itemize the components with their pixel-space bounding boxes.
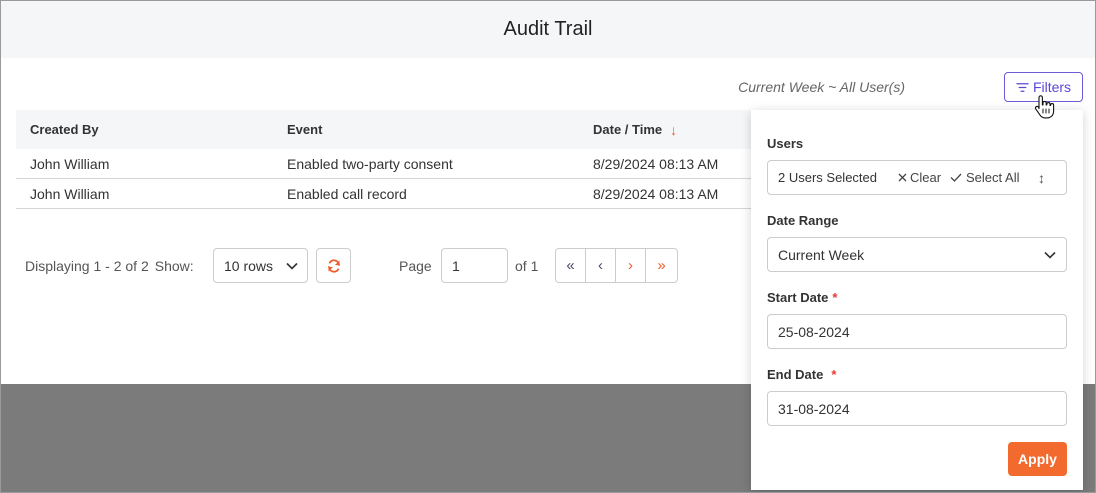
first-page-icon: « — [566, 257, 575, 274]
end-date-label-text: End Date — [767, 367, 824, 382]
column-header-datetime-label: Date / Time — [593, 122, 663, 137]
users-multiselect[interactable]: 2 Users Selected Clear Select All ↕ — [767, 160, 1067, 195]
required-mark: * — [831, 367, 837, 382]
page-label: Page — [399, 258, 432, 274]
end-date-label: End Date * — [767, 367, 836, 382]
cell-created-by: John William — [30, 155, 110, 172]
date-range-label: Date Range — [767, 213, 839, 228]
start-date-input[interactable]: 25-08-2024 — [767, 314, 1067, 349]
end-date-input[interactable]: 31-08-2024 — [767, 391, 1067, 426]
table-row: John William Enabled two-party consent 8… — [16, 149, 756, 179]
filter-summary: Current Week ~ All User(s) — [738, 79, 905, 95]
start-date-value: 25-08-2024 — [778, 323, 850, 340]
updown-icon: ↕ — [1038, 169, 1045, 186]
start-date-label: Start Date * — [767, 290, 837, 305]
date-range-select[interactable]: Current Week — [767, 237, 1067, 272]
users-selected-text: 2 Users Selected — [778, 170, 877, 185]
apply-button[interactable]: Apply — [1008, 442, 1067, 476]
start-date-label-text: Start Date — [767, 290, 829, 305]
filter-panel: Users 2 Users Selected Clear Select All … — [751, 110, 1083, 490]
refresh-icon — [327, 258, 340, 273]
clear-users-button[interactable]: Clear — [898, 170, 950, 185]
column-header-datetime[interactable]: Date / Time ↓ — [579, 122, 756, 138]
column-header-created-by[interactable]: Created By — [16, 122, 273, 137]
filters-button[interactable]: Filters — [1004, 72, 1083, 102]
show-label: Show: — [154, 257, 194, 274]
prev-page-icon: ‹ — [598, 257, 603, 274]
page-navigation: « ‹ › » — [555, 248, 678, 283]
audit-table: Created By Event Date / Time ↓ John Will… — [16, 110, 756, 209]
required-mark: * — [832, 290, 838, 305]
next-page-icon: › — [628, 257, 633, 274]
sort-down-icon: ↓ — [670, 121, 678, 138]
date-range-value: Current Week — [778, 246, 865, 263]
select-all-label: Select All — [966, 170, 1020, 185]
chevron-down-icon — [286, 262, 298, 270]
filter-icon — [1016, 82, 1029, 92]
displaying-text: Displaying 1 - 2 of 2 — [25, 257, 149, 274]
page-title: Audit Trail — [503, 18, 593, 40]
table-header: Created By Event Date / Time ↓ — [16, 110, 756, 149]
rows-per-page-value: 10 rows — [224, 257, 274, 274]
clear-label: Clear — [910, 170, 942, 185]
filters-button-label: Filters — [1032, 79, 1072, 95]
table-row: John William Enabled call record 8/29/20… — [16, 179, 756, 209]
pagination-info: Displaying 1 - 2 of 2 Show: — [25, 248, 194, 283]
close-icon — [898, 173, 907, 182]
header-bar: Audit Trail — [1, 1, 1095, 58]
check-icon — [950, 173, 962, 182]
first-page-button[interactable]: « — [556, 249, 586, 282]
last-page-button[interactable]: » — [646, 249, 677, 282]
select-all-users-button[interactable]: Select All — [950, 170, 1038, 185]
next-page-button[interactable]: › — [616, 249, 646, 282]
cell-event: Enabled two-party consent — [287, 155, 453, 172]
app-window: Audit Trail Current Week ~ All User(s) F… — [0, 0, 1096, 493]
cell-datetime: 8/29/2024 08:13 AM — [593, 185, 719, 202]
page-number-input[interactable] — [441, 248, 508, 283]
rows-per-page-select[interactable]: 10 rows — [213, 248, 308, 283]
refresh-button[interactable] — [316, 248, 351, 283]
cell-event: Enabled call record — [287, 185, 407, 202]
users-label: Users — [767, 136, 804, 151]
prev-page-button[interactable]: ‹ — [586, 249, 616, 282]
cell-created-by: John William — [30, 185, 110, 202]
chevron-down-icon — [1044, 251, 1056, 259]
end-date-value: 31-08-2024 — [778, 400, 850, 417]
last-page-icon: » — [657, 257, 666, 274]
column-header-event[interactable]: Event — [273, 122, 579, 137]
page-total-label: of 1 — [515, 258, 539, 274]
cell-datetime: 8/29/2024 08:13 AM — [593, 155, 719, 172]
